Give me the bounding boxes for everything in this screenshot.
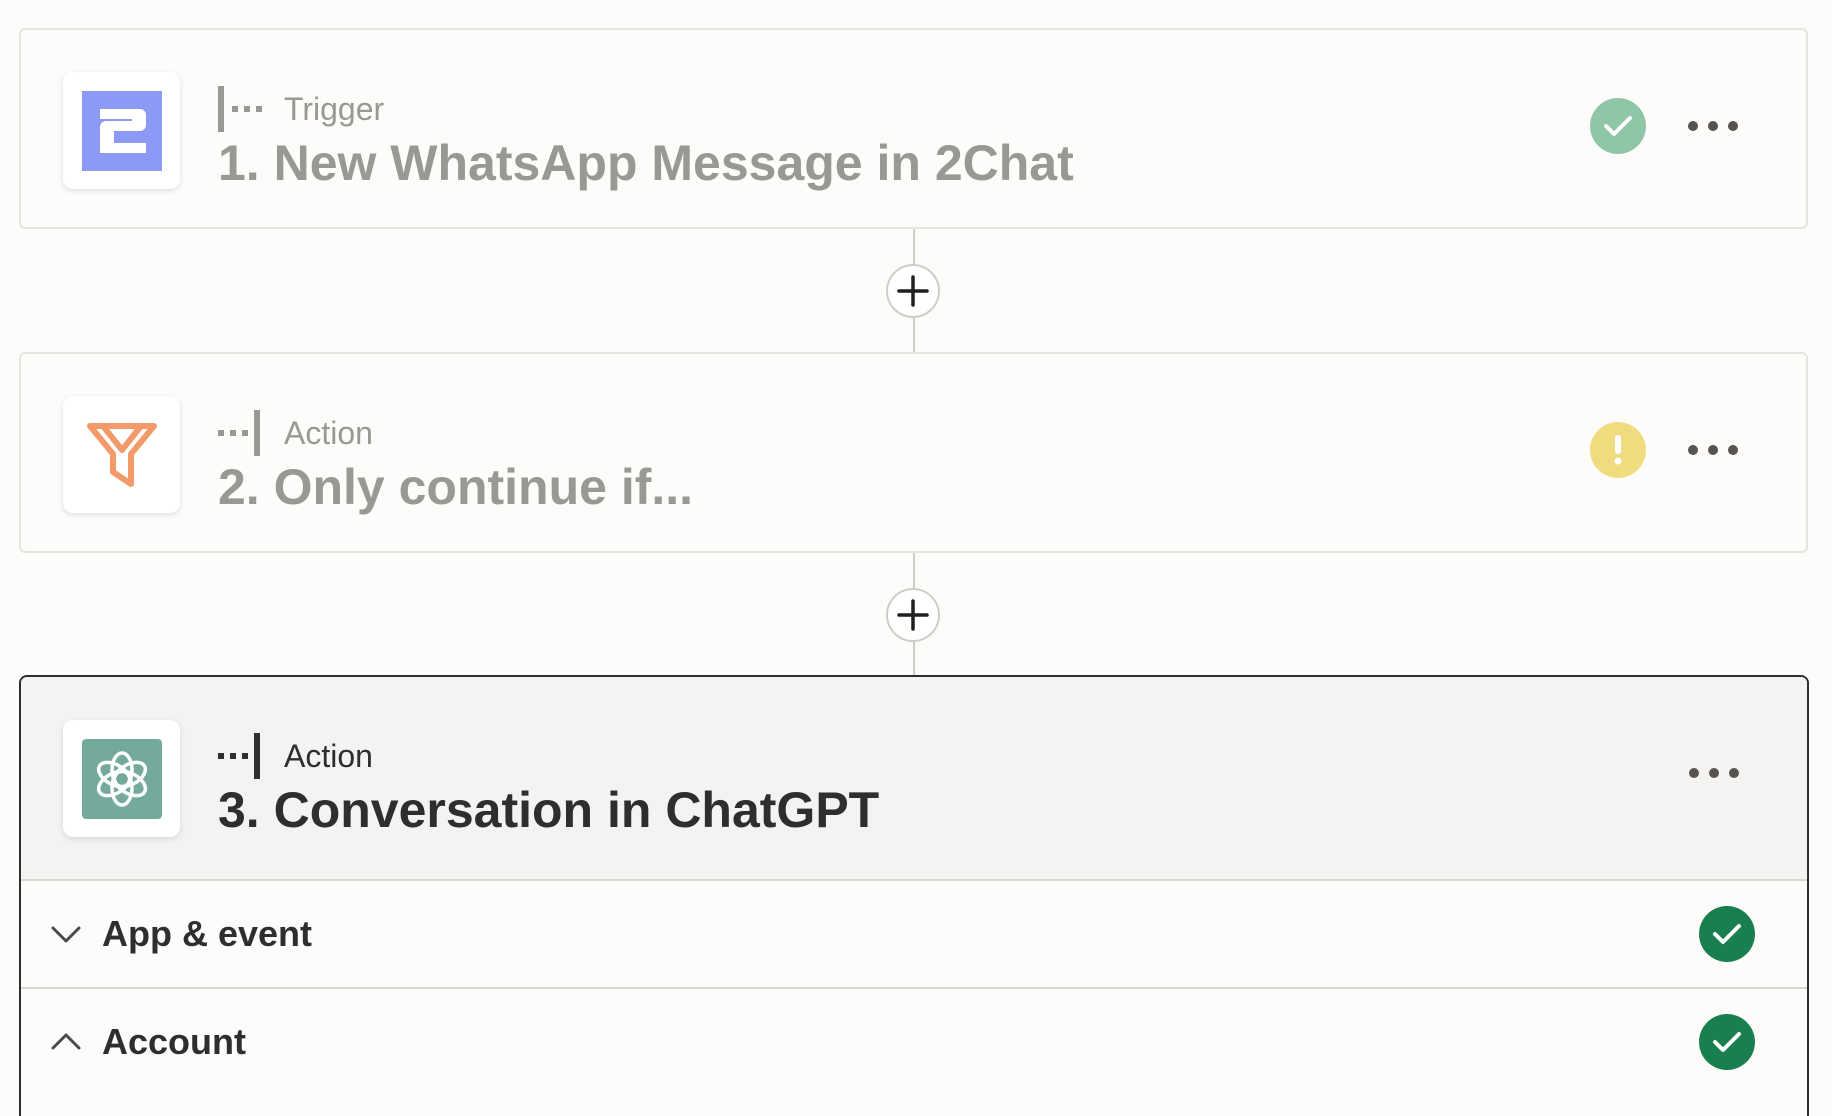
step-status-success [1590,98,1646,154]
step-card-filter[interactable]: Action 2. Only continue if... [19,352,1808,553]
exclamation-icon [1614,435,1622,465]
check-icon [1604,116,1632,136]
section-status-complete [1699,906,1755,962]
section-status-complete [1699,1014,1755,1070]
app-icon-2chat [63,72,180,189]
chatgpt-logo-icon [81,738,162,819]
chevron-down-icon [51,926,81,943]
zap-editor-canvas: Trigger 1. New WhatsApp Message in 2Chat [0,0,1832,1116]
plus-icon [897,275,929,307]
more-icon-dot [1729,768,1739,778]
section-label: Account [102,1021,246,1062]
step-title[interactable]: 2. Only continue if... [218,458,693,516]
more-icon-dot [1708,445,1718,455]
more-options-button[interactable] [1688,432,1738,468]
step-status-warning [1590,422,1646,478]
trigger-type-icon [218,86,262,132]
more-icon-dot [1688,121,1698,131]
section-app-and-event[interactable]: App & event [21,881,1807,989]
add-step-button[interactable] [886,264,940,318]
section-label: App & event [102,913,313,954]
more-icon-dot [1728,445,1738,455]
filter-icon [86,422,157,487]
section-account[interactable]: Account [21,989,1807,1095]
step-type-label: Action [284,414,373,451]
step-title[interactable]: 1. New WhatsApp Message in 2Chat [218,134,1074,192]
action-type-icon [218,410,260,456]
plus-icon [897,599,929,631]
more-icon-dot [1688,445,1698,455]
step-card-chatgpt-active[interactable]: Action 3. Conversation in ChatGPT App & … [19,675,1809,1116]
step-type-label: Action [284,737,373,774]
2chat-logo-icon [81,90,162,171]
check-icon [1713,1032,1741,1052]
more-icon-dot [1709,768,1719,778]
more-options-button[interactable] [1688,108,1738,144]
more-options-button[interactable] [1689,755,1739,791]
step-type: Trigger [218,86,384,132]
app-icon-filter [63,396,180,513]
step-type: Action [218,733,373,779]
check-icon [1713,924,1741,944]
action-type-icon [218,733,260,779]
more-icon-dot [1728,121,1738,131]
step-type-label: Trigger [284,90,385,127]
chevron-up-icon [51,1033,81,1050]
step-card-trigger[interactable]: Trigger 1. New WhatsApp Message in 2Chat [19,28,1808,229]
more-icon-dot [1689,768,1699,778]
step-header[interactable]: Action 3. Conversation in ChatGPT [21,677,1807,881]
more-icon-dot [1708,121,1718,131]
app-icon-chatgpt [63,720,180,837]
add-step-button[interactable] [886,588,940,642]
step-title[interactable]: 3. Conversation in ChatGPT [218,781,879,839]
step-type: Action [218,410,373,456]
